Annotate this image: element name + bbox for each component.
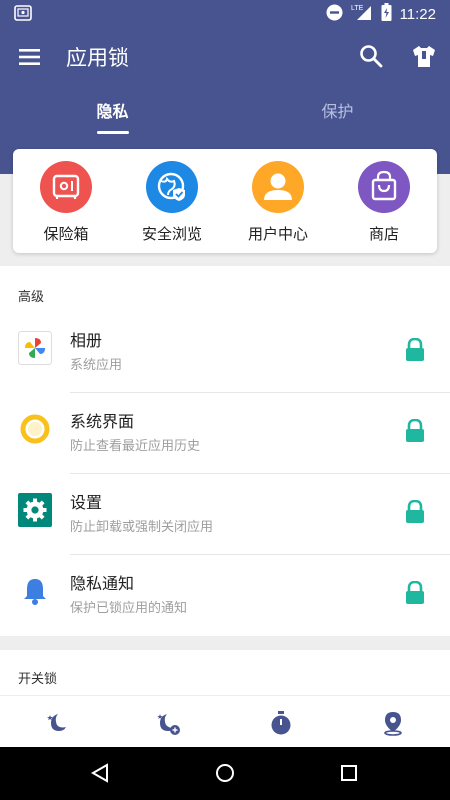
safe-icon bbox=[40, 161, 92, 213]
list-item-subtitle: 系统应用 bbox=[70, 358, 123, 373]
quick-action-label: 商店 bbox=[368, 225, 399, 243]
quick-action-label: 用户中心 bbox=[247, 225, 308, 243]
section-gap bbox=[0, 636, 450, 650]
list-item-title: 系统界面 bbox=[70, 412, 135, 431]
tab-protect[interactable]: 保护 bbox=[225, 87, 450, 137]
quick-action-vault[interactable]: 保险箱 bbox=[13, 161, 119, 249]
quick-action-user-center[interactable]: 用户中心 bbox=[225, 161, 331, 249]
bottom-nav bbox=[0, 695, 450, 747]
battery-icon bbox=[381, 3, 392, 25]
back-triangle-icon bbox=[90, 763, 108, 783]
moon-star-icon bbox=[47, 714, 66, 731]
moon-plus-icon bbox=[157, 714, 180, 735]
app-title: 应用锁 bbox=[66, 46, 129, 70]
theme-button[interactable] bbox=[411, 43, 437, 69]
home-button[interactable] bbox=[214, 762, 236, 784]
lock-icon[interactable] bbox=[404, 580, 426, 605]
list-item-privacy-notification[interactable]: 隐私通知 保护已锁应用的通知 bbox=[0, 555, 450, 635]
globe-shield-icon bbox=[146, 161, 198, 213]
section-label-advanced: 高级 bbox=[18, 290, 45, 305]
dnd-icon bbox=[326, 4, 343, 25]
status-app-icon bbox=[14, 5, 32, 21]
recents-button[interactable] bbox=[338, 762, 360, 784]
gear-icon bbox=[18, 493, 52, 527]
stopwatch-icon bbox=[271, 711, 291, 735]
list-item-title: 设置 bbox=[70, 493, 103, 512]
bottom-nav-night-mode[interactable] bbox=[44, 710, 70, 736]
location-pin-icon bbox=[384, 712, 402, 736]
lock-icon[interactable] bbox=[404, 418, 426, 443]
tab-indicator bbox=[97, 131, 129, 134]
tab-privacy[interactable]: 隐私 bbox=[0, 87, 225, 137]
list-item-subtitle: 防止查看最近应用历史 bbox=[70, 439, 201, 454]
tab-bar: 隐私 保护 bbox=[0, 87, 450, 137]
tshirt-icon bbox=[413, 46, 435, 67]
recents-square-icon bbox=[341, 765, 357, 781]
lock-icon[interactable] bbox=[404, 337, 426, 362]
quick-action-store[interactable]: 商店 bbox=[331, 161, 437, 249]
quick-action-label: 安全浏览 bbox=[141, 225, 202, 243]
user-icon bbox=[252, 161, 304, 213]
quick-actions-card: 保险箱 安全浏览 用户中心 商店 bbox=[13, 149, 437, 253]
back-button[interactable] bbox=[89, 762, 111, 784]
section-label-switch-lock: 开关锁 bbox=[18, 672, 58, 687]
lock-icon[interactable] bbox=[404, 499, 426, 524]
list-item-subtitle: 保护已锁应用的通知 bbox=[70, 601, 188, 616]
system-nav-bar bbox=[0, 747, 450, 800]
search-icon bbox=[360, 45, 383, 68]
list-item-title: 相册 bbox=[70, 331, 103, 350]
lte-label: LTE bbox=[351, 5, 364, 12]
status-bar: LTE 11:22 bbox=[0, 0, 450, 27]
app-header: LTE 11:22 应用锁 隐私 保护 bbox=[0, 0, 450, 174]
list-item-system-ui[interactable]: 系统界面 防止查看最近应用历史 bbox=[0, 393, 450, 473]
list-item-photos[interactable]: 相册 系统应用 bbox=[0, 312, 450, 392]
quick-action-label: 保险箱 bbox=[43, 225, 89, 243]
ring-icon bbox=[18, 412, 52, 446]
list-item-title: 隐私通知 bbox=[70, 574, 135, 593]
home-circle-icon bbox=[216, 764, 234, 782]
status-icons: LTE 11:22 bbox=[326, 3, 436, 25]
quick-action-safe-browse[interactable]: 安全浏览 bbox=[119, 161, 225, 249]
list-item-subtitle: 防止卸载或强制关闭应用 bbox=[70, 520, 214, 535]
list-item-settings[interactable]: 设置 防止卸载或强制关闭应用 bbox=[0, 474, 450, 554]
status-time: 11:22 bbox=[399, 5, 436, 23]
search-button[interactable] bbox=[358, 43, 384, 69]
photos-pinwheel-icon bbox=[18, 331, 52, 365]
bottom-nav-location[interactable] bbox=[380, 710, 406, 736]
hamburger-menu-icon bbox=[19, 49, 40, 65]
bell-icon bbox=[18, 574, 52, 608]
app-bar: 应用锁 bbox=[0, 27, 450, 87]
shopping-bag-icon bbox=[358, 161, 410, 213]
lte-signal-icon: LTE bbox=[351, 3, 373, 25]
bottom-nav-add-night[interactable] bbox=[155, 710, 181, 736]
menu-button[interactable] bbox=[16, 43, 44, 71]
bottom-nav-timer[interactable] bbox=[268, 710, 294, 736]
